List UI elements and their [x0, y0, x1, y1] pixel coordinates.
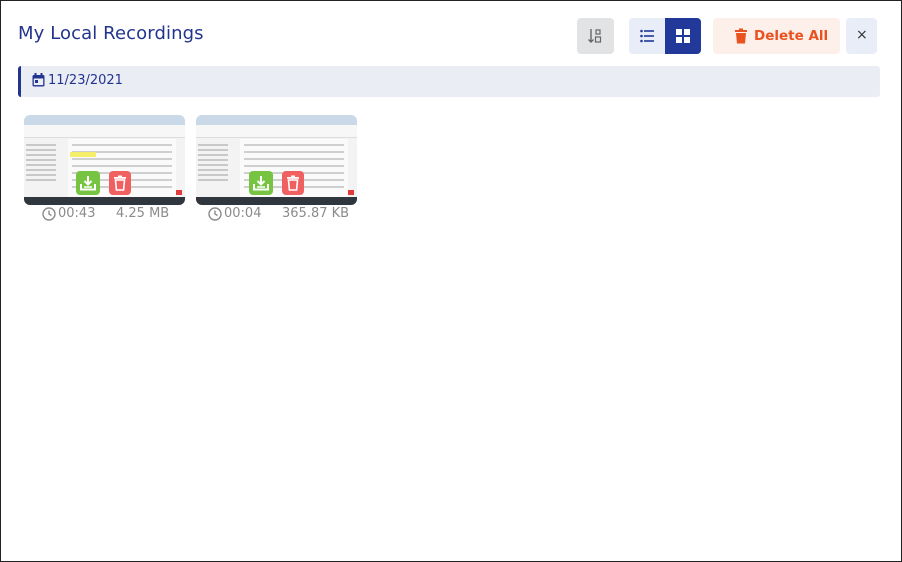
close-button[interactable]: ×	[846, 18, 877, 54]
group-date: 11/23/2021	[48, 73, 123, 88]
delete-recording-button[interactable]	[282, 171, 304, 195]
delete-recording-button[interactable]	[109, 171, 131, 195]
recording-size: 4.25 MB	[116, 206, 170, 221]
calendar-icon	[32, 73, 45, 87]
trash-icon	[287, 175, 299, 191]
grid-view-button[interactable]	[665, 18, 701, 54]
sort-icon	[588, 29, 602, 43]
recording-card: 00:43 4.25 MB	[24, 115, 185, 221]
download-button[interactable]	[76, 171, 100, 195]
download-icon	[253, 176, 269, 191]
recording-thumbnail[interactable]	[196, 115, 357, 205]
recording-duration: 00:43	[58, 206, 96, 221]
trash-icon	[114, 175, 126, 191]
recording-duration: 00:04	[224, 206, 262, 221]
grid-view-icon	[676, 29, 690, 43]
clock-icon	[208, 207, 222, 221]
clock-icon	[42, 207, 56, 221]
close-icon: ×	[856, 27, 868, 43]
recording-card: 00:04 365.87 KB	[196, 115, 357, 221]
sort-button[interactable]	[577, 18, 614, 54]
download-button[interactable]	[249, 171, 273, 195]
download-icon	[80, 176, 96, 191]
page-title: My Local Recordings	[18, 23, 204, 44]
delete-all-button[interactable]: Delete All	[713, 18, 840, 54]
date-group-header: 11/23/2021	[18, 66, 880, 97]
view-toggle	[629, 18, 701, 54]
delete-all-label: Delete All	[754, 28, 829, 44]
recording-size: 365.87 KB	[282, 206, 350, 221]
recording-thumbnail[interactable]	[24, 115, 185, 205]
recordings-panel: My Local Recordings Delete All × 11/23/2…	[0, 0, 902, 562]
list-view-button[interactable]	[629, 18, 665, 54]
trash-icon	[735, 28, 747, 44]
list-view-icon	[640, 29, 654, 43]
